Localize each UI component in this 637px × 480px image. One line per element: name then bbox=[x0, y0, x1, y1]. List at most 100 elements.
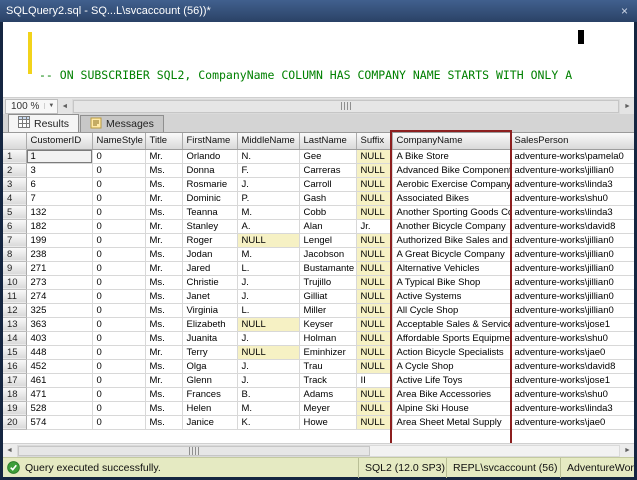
cell-customerid[interactable]: 363 bbox=[26, 317, 92, 331]
cell-middlename[interactable]: J. bbox=[237, 373, 299, 387]
cell-companyname[interactable]: Active Life Toys bbox=[392, 373, 510, 387]
cell-firstname[interactable]: Juanita bbox=[182, 331, 237, 345]
title-bar[interactable]: SQLQuery2.sql - SQ...L\svcaccount (56))*… bbox=[0, 0, 637, 22]
cell-middlename[interactable]: J. bbox=[237, 331, 299, 345]
cell-firstname[interactable]: Olga bbox=[182, 359, 237, 373]
cell-salesperson[interactable]: adventure-works\jillian0 bbox=[510, 303, 634, 317]
row-number[interactable]: 2 bbox=[3, 163, 26, 177]
cell-customerid[interactable]: 1 bbox=[26, 149, 92, 163]
cell-title[interactable]: Ms. bbox=[145, 205, 182, 219]
column-header-companyname[interactable]: CompanyName bbox=[392, 133, 510, 149]
cell-firstname[interactable]: Terry bbox=[182, 345, 237, 359]
cell-middlename[interactable]: L. bbox=[237, 261, 299, 275]
cell-lastname[interactable]: Gash bbox=[299, 191, 356, 205]
cell-companyname[interactable]: A Bike Store bbox=[392, 149, 510, 163]
cell-namestyle[interactable]: 0 bbox=[92, 345, 145, 359]
cell-salesperson[interactable]: adventure-works\shu0 bbox=[510, 387, 634, 401]
cell-namestyle[interactable]: 0 bbox=[92, 247, 145, 261]
sql-editor[interactable]: -- ON SUBSCRIBER SQL2, CompanyName COLUM… bbox=[3, 22, 634, 97]
cell-lastname[interactable]: Cobb bbox=[299, 205, 356, 219]
cell-salesperson[interactable]: adventure-works\david8 bbox=[510, 219, 634, 233]
cell-lastname[interactable]: Adams bbox=[299, 387, 356, 401]
cell-lastname[interactable]: Carroll bbox=[299, 177, 356, 191]
tab-messages[interactable]: Messages bbox=[80, 115, 164, 132]
cell-customerid[interactable]: 274 bbox=[26, 289, 92, 303]
row-number[interactable]: 17 bbox=[3, 373, 26, 387]
cell-title[interactable]: Mr. bbox=[145, 373, 182, 387]
cell-namestyle[interactable]: 0 bbox=[92, 289, 145, 303]
column-header-middlename[interactable]: MiddleName bbox=[237, 133, 299, 149]
cell-salesperson[interactable]: adventure-works\linda3 bbox=[510, 177, 634, 191]
row-number[interactable]: 20 bbox=[3, 415, 26, 429]
cell-lastname[interactable]: Howe bbox=[299, 415, 356, 429]
cell-suffix[interactable]: NULL bbox=[356, 415, 392, 429]
cell-customerid[interactable]: 448 bbox=[26, 345, 92, 359]
cell-namestyle[interactable]: 0 bbox=[92, 303, 145, 317]
cell-firstname[interactable]: Stanley bbox=[182, 219, 237, 233]
cell-salesperson[interactable]: adventure-works\jillian0 bbox=[510, 289, 634, 303]
cell-customerid[interactable]: 7 bbox=[26, 191, 92, 205]
cell-suffix[interactable]: NULL bbox=[356, 261, 392, 275]
cell-suffix[interactable]: NULL bbox=[356, 191, 392, 205]
cell-salesperson[interactable]: adventure-works\jae0 bbox=[510, 345, 634, 359]
cell-suffix[interactable]: NULL bbox=[356, 401, 392, 415]
column-header-suffix[interactable]: Suffix bbox=[356, 133, 392, 149]
cell-lastname[interactable]: Carreras bbox=[299, 163, 356, 177]
cell-title[interactable]: Ms. bbox=[145, 415, 182, 429]
cell-salesperson[interactable]: adventure-works\linda3 bbox=[510, 205, 634, 219]
cell-lastname[interactable]: Alan bbox=[299, 219, 356, 233]
cell-middlename[interactable]: M. bbox=[237, 401, 299, 415]
editor-hscroll-thumb[interactable] bbox=[73, 100, 619, 113]
cell-title[interactable]: Ms. bbox=[145, 177, 182, 191]
cell-customerid[interactable]: 271 bbox=[26, 261, 92, 275]
column-header-firstname[interactable]: FirstName bbox=[182, 133, 237, 149]
cell-suffix[interactable]: NULL bbox=[356, 247, 392, 261]
cell-salesperson[interactable]: adventure-works\jae0 bbox=[510, 415, 634, 429]
cell-customerid[interactable]: 403 bbox=[26, 331, 92, 345]
cell-namestyle[interactable]: 0 bbox=[92, 401, 145, 415]
cell-companyname[interactable]: Affordable Sports Equipment bbox=[392, 331, 510, 345]
cell-companyname[interactable]: A Typical Bike Shop bbox=[392, 275, 510, 289]
cell-namestyle[interactable]: 0 bbox=[92, 261, 145, 275]
cell-customerid[interactable]: 6 bbox=[26, 177, 92, 191]
cell-lastname[interactable]: Keyser bbox=[299, 317, 356, 331]
cell-namestyle[interactable]: 0 bbox=[92, 387, 145, 401]
cell-suffix[interactable]: NULL bbox=[356, 233, 392, 247]
column-header-namestyle[interactable]: NameStyle bbox=[92, 133, 145, 149]
cell-salesperson[interactable]: adventure-works\jose1 bbox=[510, 373, 634, 387]
cell-suffix[interactable]: NULL bbox=[356, 163, 392, 177]
cell-namestyle[interactable]: 0 bbox=[92, 415, 145, 429]
tab-results[interactable]: Results bbox=[8, 114, 79, 132]
cell-middlename[interactable]: B. bbox=[237, 387, 299, 401]
cell-lastname[interactable]: Meyer bbox=[299, 401, 356, 415]
grid-hscrollbar[interactable] bbox=[17, 445, 620, 457]
row-number[interactable]: 4 bbox=[3, 191, 26, 205]
cell-title[interactable]: Ms. bbox=[145, 289, 182, 303]
cell-lastname[interactable]: Trau bbox=[299, 359, 356, 373]
cell-firstname[interactable]: Janice bbox=[182, 415, 237, 429]
cell-namestyle[interactable]: 0 bbox=[92, 219, 145, 233]
cell-middlename[interactable]: A. bbox=[237, 219, 299, 233]
cell-customerid[interactable]: 132 bbox=[26, 205, 92, 219]
cell-title[interactable]: Ms. bbox=[145, 247, 182, 261]
select-all-corner[interactable] bbox=[3, 133, 26, 149]
cell-companyname[interactable]: Associated Bikes bbox=[392, 191, 510, 205]
row-number[interactable]: 9 bbox=[3, 261, 26, 275]
row-number[interactable]: 11 bbox=[3, 289, 26, 303]
cell-salesperson[interactable]: adventure-works\jillian0 bbox=[510, 233, 634, 247]
grid-scroll-left-icon[interactable]: ◄ bbox=[3, 443, 16, 458]
cell-companyname[interactable]: Another Sporting Goods Company bbox=[392, 205, 510, 219]
cell-companyname[interactable]: Active Systems bbox=[392, 289, 510, 303]
cell-firstname[interactable]: Orlando bbox=[182, 149, 237, 163]
cell-namestyle[interactable]: 0 bbox=[92, 317, 145, 331]
row-number[interactable]: 10 bbox=[3, 275, 26, 289]
cell-suffix[interactable]: II bbox=[356, 373, 392, 387]
cell-firstname[interactable]: Christie bbox=[182, 275, 237, 289]
cell-salesperson[interactable]: adventure-works\jillian0 bbox=[510, 247, 634, 261]
cell-companyname[interactable]: Alpine Ski House bbox=[392, 401, 510, 415]
cell-firstname[interactable]: Janet bbox=[182, 289, 237, 303]
cell-firstname[interactable]: Roger bbox=[182, 233, 237, 247]
cell-title[interactable]: Ms. bbox=[145, 317, 182, 331]
row-number[interactable]: 12 bbox=[3, 303, 26, 317]
scroll-right-icon[interactable]: ► bbox=[621, 99, 634, 114]
